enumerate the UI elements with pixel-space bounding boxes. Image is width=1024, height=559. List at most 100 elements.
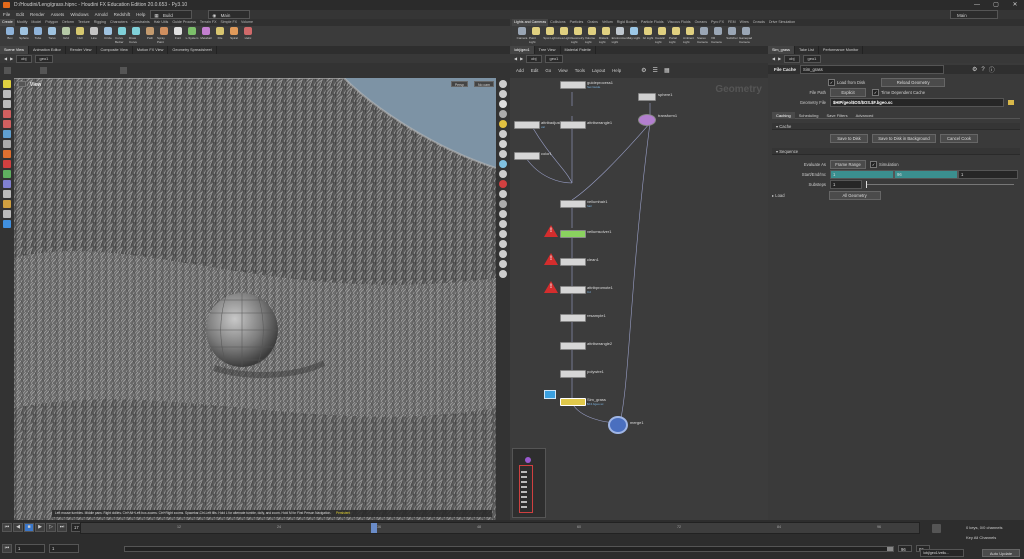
shelf-left-tool-curve-bezier[interactable]: Curve Bezier bbox=[115, 27, 129, 44]
network-node-attribwrangle1[interactable]: attribwrangle1 bbox=[560, 120, 612, 129]
network-node-transform1[interactable]: transform1 bbox=[638, 113, 677, 126]
network-minimap[interactable] bbox=[512, 448, 546, 518]
shelf-right-tab-6[interactable]: Particle Fluids bbox=[639, 19, 666, 26]
network-node-resample1[interactable]: resample1 bbox=[560, 313, 606, 322]
shelf-left-tool-font[interactable]: Font bbox=[171, 27, 185, 40]
network-menu-tools[interactable]: Tools bbox=[575, 68, 585, 73]
first-frame-icon[interactable]: ⏮ bbox=[2, 523, 12, 532]
param-back-icon[interactable]: ◀ bbox=[772, 56, 775, 61]
geometry-file-field[interactable]: $HIP/geo/$OS/$OS.$F.bgeo.sc bbox=[830, 97, 1004, 107]
shelf-left-tool-metaball[interactable]: Metaball bbox=[199, 27, 213, 40]
reload-geometry-button[interactable]: Reload Geometry bbox=[881, 77, 946, 87]
viewport-tool-2-icon[interactable] bbox=[3, 100, 11, 108]
shelf-left-tool-path[interactable]: Path bbox=[143, 27, 157, 40]
node-body[interactable] bbox=[560, 230, 586, 238]
viewport-tool-0-icon[interactable] bbox=[3, 80, 11, 88]
tab-sim-grass[interactable]: Sim_grass bbox=[768, 46, 795, 54]
viewport-tool-10-icon[interactable] bbox=[3, 180, 11, 188]
shelf-right-tool-geometry-light[interactable]: Geometry Light bbox=[571, 27, 585, 44]
display-option-10-icon[interactable] bbox=[499, 180, 507, 188]
tab-animation-editor[interactable]: Animation Editor bbox=[29, 46, 66, 54]
shelf-left-tab-6[interactable]: Rigging bbox=[92, 19, 108, 26]
warning-icon[interactable]: ! bbox=[544, 253, 558, 265]
shelf-left-tool-torus[interactable]: Torus bbox=[45, 27, 59, 40]
viewport-tool-11-icon[interactable] bbox=[3, 190, 11, 198]
subtab-scheduling[interactable]: Scheduling bbox=[795, 112, 823, 119]
shelf-right-tab-3[interactable]: Grains bbox=[585, 19, 600, 26]
shelf-left-tab-5[interactable]: Texture bbox=[76, 19, 92, 26]
shelf-left-tool-circle[interactable]: Circle bbox=[101, 27, 115, 40]
key-all-channels-button[interactable]: Key All Channels bbox=[966, 535, 996, 540]
display-option-6-icon[interactable] bbox=[499, 140, 507, 148]
shelf-right-tab-10[interactable]: FEM bbox=[726, 19, 738, 26]
start-frame-field[interactable]: 1 bbox=[830, 169, 894, 179]
network-forward-icon[interactable]: ▶ bbox=[520, 56, 523, 61]
menu-item-redshift[interactable]: Redshift bbox=[111, 10, 134, 19]
select-mode-icon[interactable] bbox=[120, 67, 127, 74]
shelf-right-tool-switcher[interactable]: Switcher bbox=[725, 27, 739, 40]
scene-viewport[interactable]: View Persp No cam Left mouse tumbles. Mi… bbox=[14, 78, 496, 520]
range-slider[interactable] bbox=[124, 546, 894, 552]
save-to-disk-button[interactable]: Save to Disk bbox=[830, 133, 868, 143]
file-browse-icon[interactable] bbox=[1008, 99, 1014, 105]
node-body[interactable] bbox=[560, 121, 586, 129]
display-option-15-icon[interactable] bbox=[499, 230, 507, 238]
subtab-advanced[interactable]: Advanced bbox=[852, 112, 878, 119]
viewport-tool-5-icon[interactable] bbox=[3, 130, 11, 138]
substeps-field[interactable]: 1 bbox=[830, 179, 862, 189]
subtab-save-filters[interactable]: Save Filters bbox=[822, 112, 851, 119]
status-path-chip[interactable]: /obj/geo1/vellu... bbox=[920, 549, 964, 557]
tab-render-view[interactable]: Render View bbox=[66, 46, 97, 54]
shelf-right-tab-1[interactable]: Collisions bbox=[548, 19, 567, 26]
param-forward-icon[interactable]: ▶ bbox=[778, 56, 781, 61]
viewport-tool-13-icon[interactable] bbox=[3, 210, 11, 218]
shelf-left-tab-0[interactable]: Create bbox=[0, 19, 15, 26]
node-body[interactable] bbox=[638, 93, 656, 101]
shelf-right-tab-4[interactable]: Vellum bbox=[600, 19, 615, 26]
display-option-5-icon[interactable] bbox=[499, 130, 507, 138]
shelf-left-tab-13[interactable]: Volume bbox=[239, 19, 255, 26]
tab-network-geo1[interactable]: /obj/geo1 bbox=[510, 46, 535, 54]
shelf-left-tool-sphere[interactable]: Sphere bbox=[17, 27, 31, 40]
menu-item-render[interactable]: Render bbox=[27, 10, 48, 19]
shelf-left-tool-grid[interactable]: Grid bbox=[59, 27, 73, 40]
display-option-17-icon[interactable] bbox=[499, 250, 507, 258]
minimize-button[interactable]: — bbox=[968, 0, 986, 10]
display-option-0-icon[interactable] bbox=[499, 80, 507, 88]
node-body[interactable] bbox=[560, 314, 586, 322]
main-desktop-dropdown[interactable]: ◉ Main bbox=[208, 10, 251, 19]
shelf-left-tool-tube[interactable]: Tube bbox=[31, 27, 45, 40]
play-icon[interactable]: ▶ bbox=[35, 523, 45, 532]
merge-node-icon[interactable] bbox=[608, 416, 628, 434]
node-body[interactable] bbox=[560, 258, 586, 266]
viewport-tool-6-icon[interactable] bbox=[3, 140, 11, 148]
shelf-right-tool-stereo-camera[interactable]: Stereo Camera bbox=[697, 27, 711, 44]
right-desktop-dropdown[interactable]: Main bbox=[950, 10, 998, 19]
display-option-19-icon[interactable] bbox=[499, 270, 507, 278]
shelf-left-tab-4[interactable]: Deform bbox=[60, 19, 76, 26]
display-option-2-icon[interactable] bbox=[499, 100, 507, 108]
network-node-guideprocess1[interactable]: guideprocess1 Set Guide bbox=[560, 80, 613, 89]
shelf-right-tab-12[interactable]: Crowds bbox=[751, 19, 767, 26]
shelf-right-tool-vr-camera[interactable]: VR Camera bbox=[711, 27, 725, 44]
end-frame-field[interactable]: 96 bbox=[894, 169, 958, 179]
shelf-left-tool-null[interactable]: Null bbox=[73, 27, 87, 40]
camera-dropdown[interactable]: No cam bbox=[473, 81, 494, 87]
network-grid-icon[interactable]: ▦ bbox=[664, 67, 670, 74]
shelf-left-tab-1[interactable]: Modify bbox=[15, 19, 30, 26]
close-button[interactable]: ✕ bbox=[1006, 0, 1024, 10]
back-arrow-icon[interactable]: ◀ bbox=[4, 56, 7, 61]
node-body[interactable] bbox=[560, 370, 586, 378]
network-node-vellumsolver1[interactable]: vellumsolver1! bbox=[544, 225, 611, 238]
inc-frame-field[interactable]: 1 bbox=[958, 169, 1018, 179]
network-path-geo[interactable]: geo1 bbox=[544, 54, 564, 63]
save-background-button[interactable]: Save to Disk in Background bbox=[872, 133, 936, 143]
maximize-button[interactable]: ▢ bbox=[987, 0, 1005, 10]
view-menu-icon[interactable] bbox=[18, 81, 26, 87]
viewport-tool-7-icon[interactable] bbox=[3, 150, 11, 158]
shelf-left-tab-8[interactable]: Constraints bbox=[130, 19, 152, 26]
viewport-tool-1-icon[interactable] bbox=[3, 90, 11, 98]
load-section-header[interactable]: ▸ Load bbox=[772, 193, 785, 198]
node-body[interactable] bbox=[560, 200, 586, 208]
shelf-right-tool-ambient-light[interactable]: Ambient Light bbox=[683, 27, 697, 44]
